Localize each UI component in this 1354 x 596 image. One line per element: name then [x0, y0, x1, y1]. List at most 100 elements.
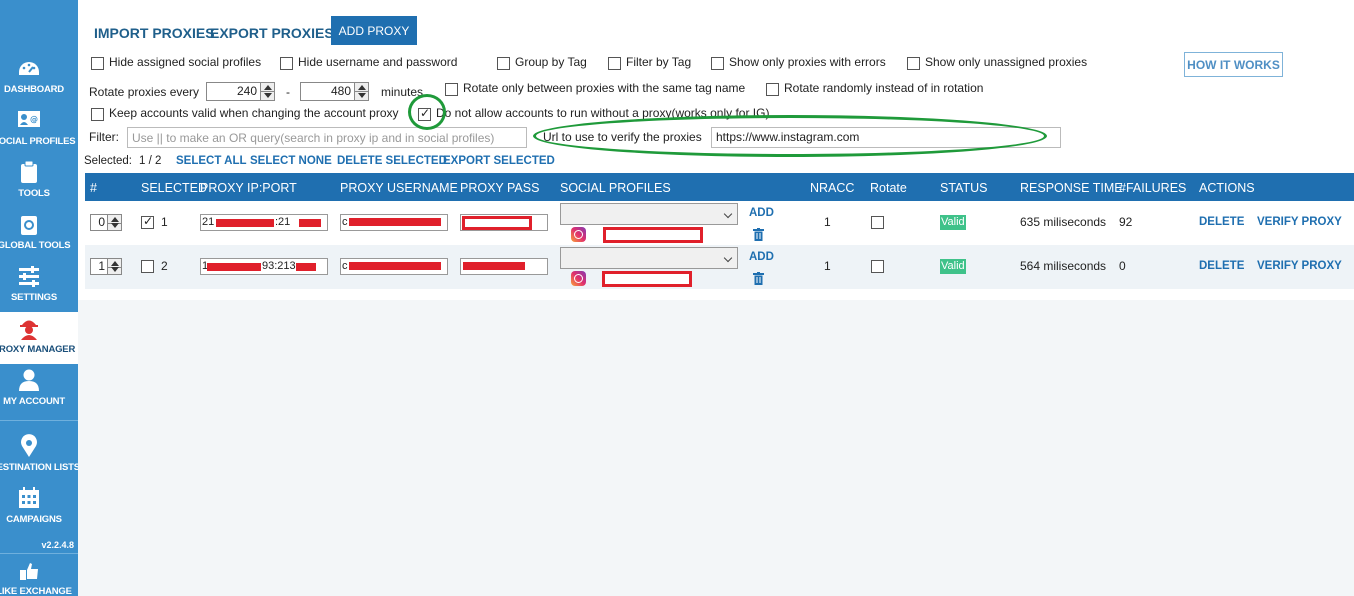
sidebar-item-campaigns[interactable]: CAMPAIGNS — [0, 482, 78, 534]
social-profile-select[interactable] — [560, 247, 738, 269]
rotate-min-input[interactable]: 240 — [206, 82, 261, 101]
sidebar-item-global-tools[interactable]: GLOBAL TOOLS — [0, 208, 78, 260]
sidebar-item-dashboard[interactable]: DASHBOARD — [0, 52, 78, 104]
nracc-value: 1 — [824, 259, 831, 273]
column-header: ACTIONS — [1199, 181, 1255, 195]
verify-proxy-link[interactable]: VERIFY PROXY — [1257, 216, 1342, 228]
select-all-link[interactable]: SELECT ALL — [176, 155, 247, 167]
add-profile-link[interactable]: ADD — [749, 251, 774, 263]
delete-selected-link[interactable]: DELETE SELECTED — [337, 155, 447, 167]
verify-url-input[interactable]: https://www.instagram.com — [711, 127, 1061, 148]
rotate-max-spinner[interactable] — [354, 82, 369, 101]
row-select-checkbox[interactable] — [141, 260, 154, 273]
proxy-username-field[interactable]: c — [340, 214, 448, 231]
hide-assigned-checkbox[interactable] — [91, 57, 104, 70]
column-header: # — [90, 181, 97, 195]
column-header: PROXY IP:PORT — [200, 181, 297, 195]
failures-count: 0 — [1119, 259, 1126, 273]
filter-label: Filter: — [89, 130, 119, 144]
status-badge: Valid — [940, 215, 966, 230]
select-none-link[interactable]: SELECT NONE — [250, 155, 332, 167]
sidebar-item-destination-lists[interactable]: DESTINATION LISTS — [0, 430, 78, 482]
sidebar-item-proxy-manager[interactable]: PROXY MANAGER — [0, 312, 78, 364]
export-selected-link[interactable]: EXPORT SELECTED — [443, 155, 555, 167]
column-header: Rotate — [870, 181, 907, 195]
redaction-mark — [462, 216, 532, 230]
instagram-icon — [571, 271, 586, 286]
rotate-max-input[interactable]: 480 — [300, 82, 355, 101]
trash-icon[interactable] — [753, 272, 764, 285]
row-order-spinner[interactable] — [107, 214, 122, 231]
delete-proxy-link[interactable]: DELETE — [1199, 216, 1244, 228]
sidebar-item-my-account[interactable]: MY ACCOUNT — [0, 364, 78, 416]
minutes-label: minutes — [381, 85, 424, 99]
column-header: #FAILURES — [1119, 181, 1187, 195]
show-unassigned-label: Show only unassigned proxies — [925, 55, 1088, 69]
row-order-input[interactable]: 0 — [90, 214, 108, 231]
verify-url-label: Url to use to verify the proxies — [543, 130, 702, 144]
rotate-same-tag-label: Rotate only between proxies with the sam… — [463, 81, 746, 95]
group-by-tag-checkbox[interactable] — [497, 57, 510, 70]
add-proxy-button[interactable]: ADD PROXY — [331, 16, 417, 45]
column-header: PROXY PASS — [460, 181, 540, 195]
app-version: v2.2.4.8 — [41, 540, 74, 550]
rotate-same-tag-checkbox[interactable] — [445, 83, 458, 96]
hide-credentials-label: Hide username and password — [298, 55, 458, 69]
hide-assigned-label: Hide assigned social profiles — [109, 55, 262, 69]
hide-credentials-checkbox[interactable] — [280, 57, 293, 70]
no-run-without-proxy-label: Do not allow accounts to run without a p… — [436, 106, 770, 120]
filter-by-tag-checkbox[interactable] — [608, 57, 621, 70]
proxy-username-prefix: c — [342, 216, 348, 228]
row-select-checkbox[interactable] — [141, 214, 154, 229]
verify-proxy-link[interactable]: VERIFY PROXY — [1257, 260, 1342, 272]
row-rotate-checkbox[interactable] — [871, 216, 884, 229]
show-errors-label: Show only proxies with errors — [729, 55, 886, 69]
sidebar-item-settings[interactable]: SETTINGS — [0, 260, 78, 312]
keep-valid-checkbox[interactable] — [91, 108, 104, 121]
delete-proxy-link[interactable]: DELETE — [1199, 260, 1244, 272]
nracc-value: 1 — [824, 215, 831, 229]
redaction-mark — [603, 227, 703, 243]
column-header: SOCIAL PROFILES — [560, 181, 671, 195]
proxy-username-field[interactable]: c — [340, 258, 448, 275]
proxy-ip-field[interactable]: 1 93:213 — [200, 258, 328, 275]
column-header: SELECTED — [141, 181, 207, 195]
row-index: 2 — [161, 259, 168, 273]
sidebar-item-tools[interactable]: TOOLS — [0, 156, 78, 208]
rotate-random-checkbox[interactable] — [766, 83, 779, 96]
how-it-works-button[interactable]: HOW IT WORKS — [1184, 52, 1283, 77]
rotate-random-label: Rotate randomly instead of in rotation — [784, 81, 984, 95]
row-order-spinner[interactable] — [107, 258, 122, 275]
sidebar-item-label: SETTINGS — [11, 292, 57, 303]
proxy-pass-field[interactable] — [460, 214, 548, 231]
redaction-mark — [296, 263, 316, 271]
proxy-pass-field[interactable] — [460, 258, 548, 275]
instagram-icon — [571, 227, 586, 242]
row-rotate-checkbox[interactable] — [871, 260, 884, 273]
import-proxies-link[interactable]: IMPORT PROXIES — [94, 25, 215, 41]
show-unassigned-checkbox[interactable] — [907, 57, 920, 70]
rotate-min-spinner[interactable] — [260, 82, 275, 101]
no-run-without-proxy-checkbox[interactable] — [418, 106, 431, 121]
sidebar-item-label: PROXY MANAGER — [0, 344, 76, 355]
group-by-tag-label: Group by Tag — [515, 55, 587, 69]
row-order-input[interactable]: 1 — [90, 258, 108, 275]
sidebar-item-label: TOOLS — [18, 188, 50, 199]
trash-icon[interactable] — [753, 228, 764, 241]
dashboard-icon — [19, 62, 39, 75]
proxy-ip-field[interactable]: 21 :21 — [200, 214, 328, 231]
sidebar-item-label: LIKE EXCHANGE — [0, 586, 72, 596]
column-header: STATUS — [940, 181, 988, 195]
sidebar-divider — [0, 420, 78, 421]
add-profile-link[interactable]: ADD — [749, 207, 774, 219]
sidebar-item-social-profiles[interactable]: @ SOCIAL PROFILES — [0, 104, 78, 156]
export-proxies-link[interactable]: EXPORT PROXIES — [210, 25, 334, 41]
show-errors-checkbox[interactable] — [711, 57, 724, 70]
redaction-mark — [349, 218, 441, 226]
proxy-ip-suffix: 93:213 — [262, 260, 296, 272]
sidebar-item-label: CAMPAIGNS — [6, 514, 62, 525]
filter-input[interactable] — [127, 127, 527, 148]
rotate-range-dash: - — [286, 85, 290, 99]
social-profile-select[interactable] — [560, 203, 738, 225]
sidebar-item-like-exchange[interactable]: LIKE EXCHANGE — [0, 556, 78, 596]
